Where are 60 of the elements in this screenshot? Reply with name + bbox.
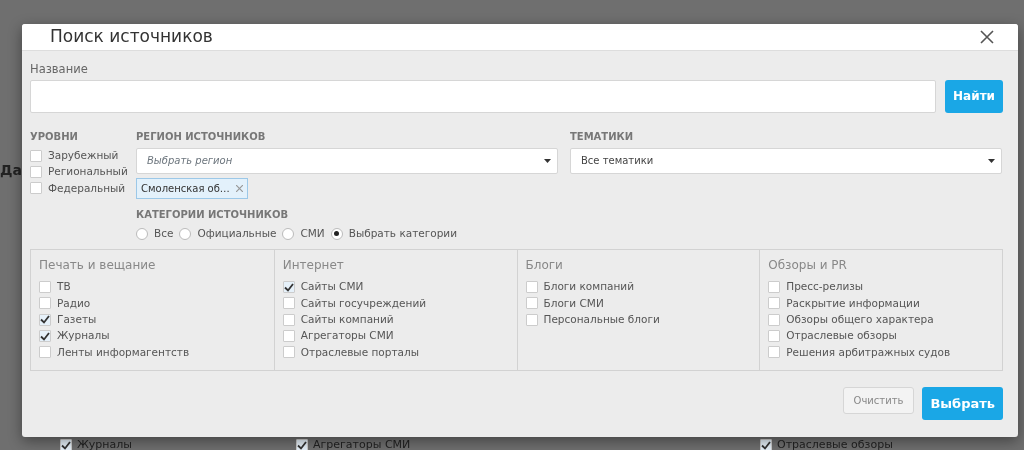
group-title: Интернет [282, 257, 345, 275]
search-button[interactable]: Найти [945, 79, 1003, 113]
radio-button[interactable] [282, 227, 295, 240]
region-dropdown[interactable]: Выбрать регион [136, 147, 558, 174]
checkbox-label: Сайты компаний [300, 311, 394, 327]
checkbox-label: Агрегаторы СМИ [313, 437, 411, 450]
dropdown-value: Все тематики [581, 154, 654, 169]
placeholder-text: Выбрать регион [147, 154, 233, 169]
checkbox-label: Обзоры общего характера [786, 311, 934, 327]
radio-label: Выбрать категории [348, 226, 457, 241]
tab[interactable]: Да [0, 160, 22, 181]
checkbox-label: Раскрытие информации [786, 295, 920, 311]
radio-label: Официальные [197, 226, 277, 241]
checkbox-label: Журналы [77, 437, 132, 450]
section-label: ТЕМАТИКИ [570, 129, 635, 144]
checkbox[interactable] [60, 439, 72, 450]
checkbox-label: Решения арбитражных судов [786, 344, 951, 360]
dialog-title: Поиск источников [50, 25, 213, 48]
checkbox[interactable] [296, 439, 308, 450]
checkbox-label: Блоги СМИ [543, 295, 604, 311]
close-icon[interactable] [980, 29, 994, 44]
checkbox-label: Журналы [57, 328, 110, 344]
radio-button[interactable] [179, 227, 192, 240]
radio-label: СМИ [300, 226, 325, 241]
checkbox-label: Региональный [48, 164, 128, 180]
caret-icon [544, 158, 551, 163]
tag-label: Смоленская об… [141, 181, 230, 196]
field-label: Название [30, 60, 89, 78]
checkbox-label: Сайты госучреждений [300, 295, 427, 311]
checkbox-label: ТВ [57, 279, 71, 295]
caret-icon [988, 158, 995, 163]
section-label: УРОВНИ [30, 129, 79, 144]
checkbox-label: Газеты [57, 311, 97, 327]
group-title: Печать и вещание [39, 257, 157, 275]
checkbox[interactable] [760, 439, 772, 450]
checkbox-label: Агрегаторы СМИ [300, 328, 394, 344]
group-title: Блоги [525, 257, 564, 275]
checkbox-label: Персональные блоги [543, 311, 660, 327]
checkbox-label: Сайты СМИ [300, 279, 364, 295]
group-title: Обзоры и PR [768, 257, 848, 275]
region-tag[interactable]: Смоленская об… [136, 177, 248, 199]
section-label: РЕГИОН ИСТОЧНИКОВ [136, 129, 267, 144]
checkbox-label: Отраслевые обзоры [777, 437, 893, 450]
checkbox-label: Федеральный [48, 180, 126, 196]
checkbox-label: Пресс-релизы [786, 279, 864, 295]
checkbox-label: Отраслевые обзоры [786, 328, 897, 344]
radio-button[interactable] [330, 227, 343, 240]
clear-button[interactable]: Очистить [842, 387, 915, 415]
section-label: КАТЕГОРИИ ИСТОЧНИКОВ [136, 207, 290, 222]
checkbox-label: Зарубежный [48, 148, 119, 163]
select-button[interactable]: Выбрать [922, 387, 1003, 421]
radio-label: Все [154, 226, 174, 241]
checkbox-label: Ленты информагентств [57, 344, 190, 360]
radio-button[interactable] [136, 227, 148, 240]
checkbox-label: Отраслевые порталы [300, 344, 419, 360]
remove-icon[interactable] [235, 184, 243, 192]
checkbox-label: Блоги компаний [543, 279, 635, 295]
theme-dropdown[interactable]: Все тематики [570, 147, 1002, 174]
checkbox-label: Радио [57, 295, 91, 311]
input-field[interactable] [30, 79, 937, 113]
